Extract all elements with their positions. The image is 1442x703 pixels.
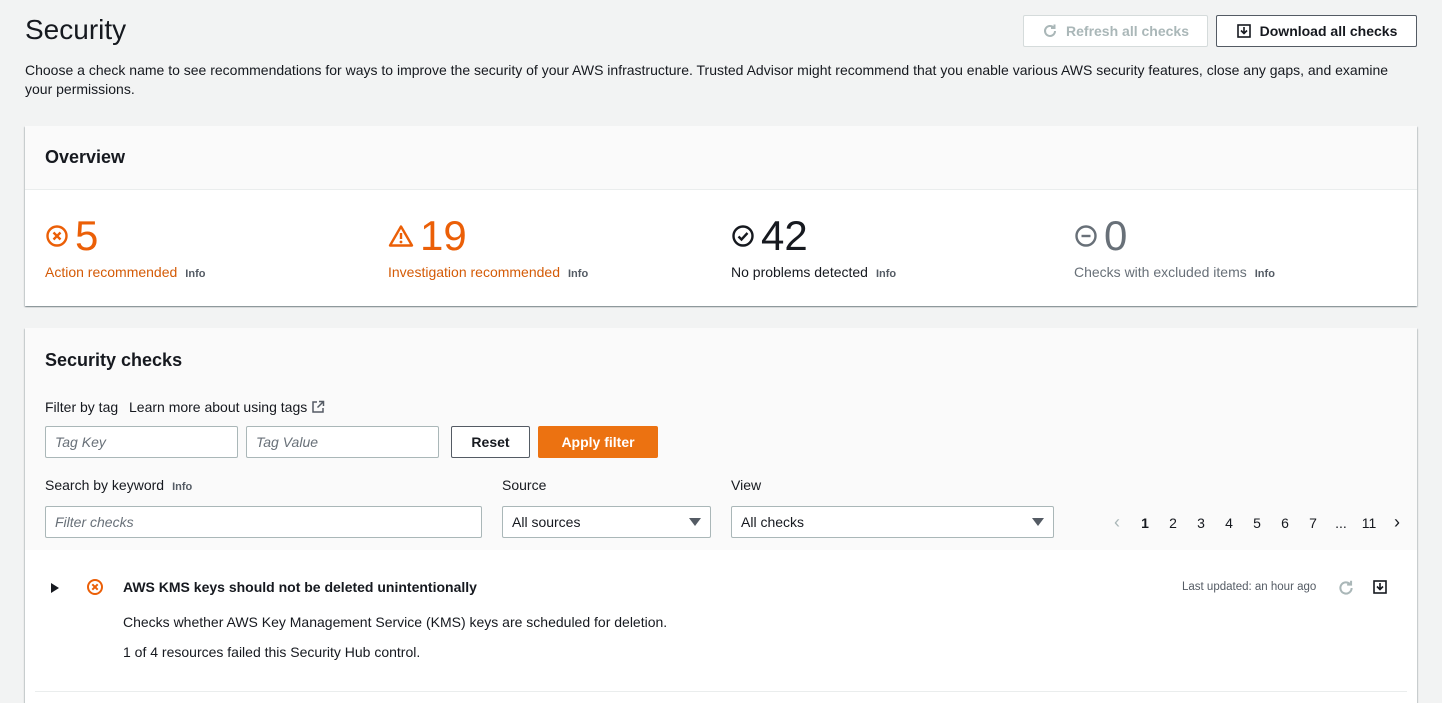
info-link[interactable]: Info (1255, 268, 1275, 280)
stat-investigation-recommended: 19 Investigation recommended Info (388, 212, 588, 281)
next-page-icon[interactable]: › (1383, 512, 1411, 533)
investigation-label[interactable]: Investigation recommended (388, 264, 560, 280)
page-6[interactable]: 6 (1271, 515, 1299, 531)
pagination: ‹ 1 2 3 4 5 6 7 ... 11 › (1103, 512, 1411, 533)
warning-triangle-icon (388, 225, 414, 247)
tag-value-input[interactable]: Tag Value (246, 426, 439, 458)
filter-checks-input[interactable]: Filter checks (45, 506, 482, 538)
page-1[interactable]: 1 (1131, 515, 1159, 531)
reset-button[interactable]: Reset (451, 426, 530, 458)
investigation-count: 19 (420, 212, 467, 259)
download-icon[interactable] (1372, 579, 1388, 595)
action-label[interactable]: Action recommended (45, 264, 177, 280)
excluded-label[interactable]: Checks with excluded items (1074, 264, 1247, 280)
page-ellipsis: ... (1335, 514, 1347, 531)
download-all-checks-button[interactable]: Download all checks (1216, 15, 1417, 47)
view-select[interactable]: All checks (731, 506, 1054, 538)
minus-circle-icon (1075, 225, 1097, 247)
source-select[interactable]: All sources (502, 506, 711, 538)
refresh-icon (1044, 24, 1057, 37)
learn-more-link[interactable]: Learn more about using tags (129, 399, 325, 415)
page-3[interactable]: 3 (1187, 515, 1215, 531)
stat-no-problems: 42 No problems detected Info (731, 212, 896, 281)
row-divider (35, 691, 1407, 692)
refresh-icon[interactable] (1337, 579, 1355, 597)
filter-by-tag-label: Filter by tag (45, 399, 119, 415)
stat-excluded-items: 0 Checks with excluded items Info (1074, 212, 1275, 281)
expand-caret-icon[interactable] (50, 582, 60, 594)
check-result: 1 of 4 resources failed this Security Hu… (123, 644, 421, 660)
info-link[interactable]: Info (568, 268, 588, 280)
view-label: View (731, 477, 762, 493)
page-2[interactable]: 2 (1159, 515, 1187, 531)
learn-more-label: Learn more about using tags (129, 399, 308, 415)
caret-down-icon (689, 518, 701, 526)
search-keyword-label: Search by keyword (45, 477, 165, 493)
no-problems-count: 42 (761, 212, 808, 259)
info-link[interactable]: Info (172, 481, 192, 493)
check-description: Checks whether AWS Key Management Servic… (123, 614, 668, 630)
check-row[interactable]: AWS KMS keys should not be deleted unint… (25, 550, 1417, 703)
caret-down-icon (1032, 518, 1044, 526)
action-count: 5 (75, 212, 99, 259)
overview-title: Overview (25, 126, 1417, 190)
refresh-label: Refresh all checks (1066, 23, 1189, 39)
download-icon (1236, 24, 1251, 38)
download-label: Download all checks (1259, 23, 1398, 39)
source-value: All sources (512, 514, 581, 530)
check-circle-icon (732, 225, 754, 247)
view-value: All checks (741, 514, 805, 530)
info-link[interactable]: Info (185, 268, 205, 280)
page-11[interactable]: 11 (1355, 515, 1383, 531)
info-link[interactable]: Info (876, 268, 896, 280)
check-title[interactable]: AWS KMS keys should not be deleted unint… (123, 579, 477, 595)
x-circle-icon (46, 225, 68, 247)
excluded-count: 0 (1104, 212, 1128, 259)
external-link-icon (312, 400, 325, 413)
page-4[interactable]: 4 (1215, 515, 1243, 531)
page-title: Security (25, 14, 127, 45)
last-updated: Last updated: an hour ago (1182, 581, 1317, 593)
no-problems-label[interactable]: No problems detected (731, 264, 868, 280)
refresh-all-checks-button[interactable]: Refresh all checks (1023, 15, 1208, 47)
source-label: Source (502, 477, 547, 493)
security-checks-card: Security checks Filter by tag Learn more… (25, 328, 1417, 703)
page-7[interactable]: 7 (1299, 515, 1327, 531)
page-description: Choose a check name to see recommendatio… (25, 62, 1389, 97)
prev-page-icon[interactable]: ‹ (1103, 512, 1131, 533)
overview-card: Overview 5 Action recommended Info 19 In… (25, 126, 1417, 306)
x-circle-icon (87, 579, 103, 595)
search-keyword-label-group: Search by keyword Info (45, 477, 192, 493)
tag-key-input[interactable]: Tag Key (45, 426, 238, 458)
stat-action-recommended: 5 Action recommended Info (45, 212, 205, 281)
security-checks-title: Security checks (45, 350, 183, 370)
page-5[interactable]: 5 (1243, 515, 1271, 531)
apply-filter-button[interactable]: Apply filter (538, 426, 658, 458)
